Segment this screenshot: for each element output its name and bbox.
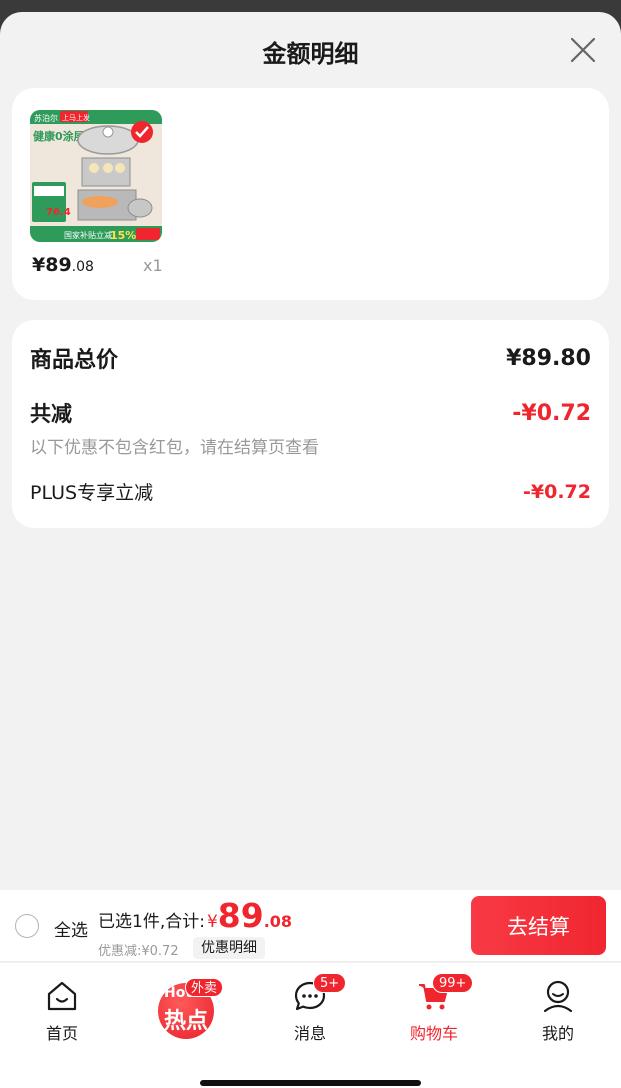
subsidy-text: 国家补贴立减 <box>64 230 112 240</box>
close-icon[interactable] <box>569 36 597 64</box>
product-quantity: x1 <box>143 256 163 275</box>
product-price-dec: .08 <box>71 259 94 275</box>
amount-detail-sheet: 金额明细 苏泊尔 上马上发 健康0涂层 76.4 国家补贴立减 15% ¥89.… <box>0 12 621 1088</box>
summary-card: 商品总价 ¥89.80 共减 -¥0.72 以下优惠不包含红包，请在结算页查看 … <box>12 320 609 528</box>
product-card: 苏泊尔 上马上发 健康0涂层 76.4 国家补贴立减 15% ¥89.08 x1 <box>12 88 609 300</box>
discount-note: 以下优惠不包含红包，请在结算页查看 <box>30 438 319 458</box>
discount-detail-button[interactable]: 优惠明细 <box>193 937 265 959</box>
total-price-row: 商品总价 ¥89.80 <box>30 342 591 374</box>
selected-text: 已选1件,合计: <box>98 912 205 932</box>
image-price-badge: 76.4 <box>46 207 71 218</box>
tab-cart[interactable]: 99+ 购物车 <box>384 971 484 1043</box>
hot-badge: 外卖 <box>185 978 224 997</box>
total-price-label: 商品总价 <box>30 348 119 373</box>
hot-main-text: 热点 <box>163 1009 208 1034</box>
tab-messages[interactable]: 5+ 消息 <box>260 971 360 1043</box>
selected-summary: 已选1件,合计: ¥ 89 .08 <box>98 896 292 935</box>
product-price: ¥89.08 <box>32 254 94 276</box>
bottom-tab-bar: 首页 Hot 热点 外卖 5+ 消息 99+ 购物车 我的 <box>0 963 621 1088</box>
select-all-radio[interactable] <box>15 914 39 938</box>
messages-badge: 5+ <box>313 973 347 993</box>
total-amount-int: 89 <box>217 896 264 935</box>
discount-value: -¥0.72 <box>512 400 591 426</box>
sheet-title: 金额明细 <box>262 39 359 68</box>
tab-home[interactable]: 首页 <box>12 971 112 1043</box>
discount-row: 共减 -¥0.72 <box>30 398 591 428</box>
checkout-button[interactable]: 去结算 <box>471 896 606 955</box>
tab-messages-label: 消息 <box>293 1024 326 1043</box>
product-price-int: ¥89 <box>32 254 72 276</box>
discount-label: 共减 <box>30 402 72 426</box>
tag-text: 上马上发 <box>62 113 90 122</box>
checkout-bar: 全选 已选1件,合计: ¥ 89 .08 优惠减:¥0.72 优惠明细 去结算 <box>0 890 621 962</box>
total-amount-dec: .08 <box>263 912 293 931</box>
tab-me-label: 我的 <box>541 1024 574 1043</box>
select-all-label[interactable]: 全选 <box>54 916 88 941</box>
plus-discount-label: PLUS专享立减 <box>30 482 154 504</box>
tab-cart-label: 购物车 <box>409 1024 458 1043</box>
cart-badge: 99+ <box>432 973 474 993</box>
tab-me[interactable]: 我的 <box>508 971 608 1043</box>
saved-amount: 优惠减:¥0.72 <box>98 944 179 959</box>
total-price-value: ¥89.80 <box>506 345 591 371</box>
plus-discount-row: PLUS专享立减 -¥0.72 <box>30 478 591 505</box>
home-indicator <box>200 1080 421 1086</box>
home-icon <box>47 981 77 1011</box>
tab-home-label: 首页 <box>45 1024 78 1043</box>
headline-text: 健康0涂层 <box>33 129 85 143</box>
profile-icon <box>543 980 573 1013</box>
plus-discount-value: -¥0.72 <box>523 480 591 503</box>
subsidy-percent: 15% <box>110 229 136 242</box>
sheet-header: 金额明细 <box>0 12 621 90</box>
product-thumbnail[interactable]: 苏泊尔 上马上发 健康0涂层 76.4 国家补贴立减 15% <box>30 110 162 242</box>
brand-text: 苏泊尔 <box>34 113 58 123</box>
currency-symbol: ¥ <box>206 912 218 932</box>
